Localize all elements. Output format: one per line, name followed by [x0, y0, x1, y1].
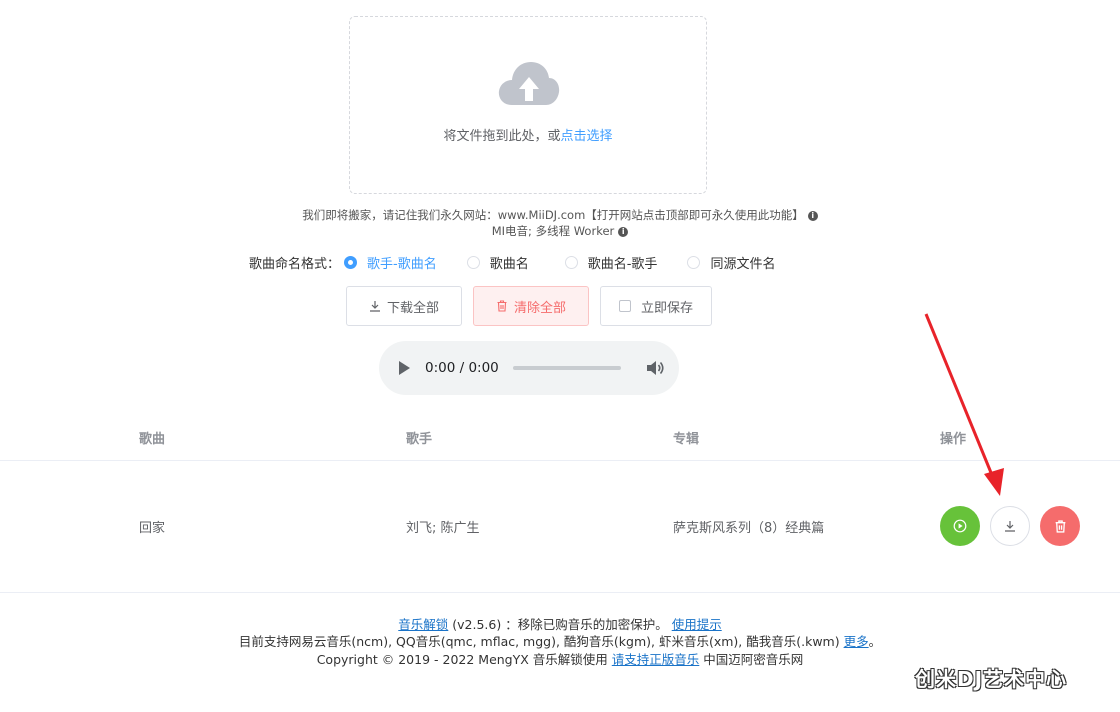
- radio-dot: [344, 255, 358, 269]
- save-now-checkbox[interactable]: [618, 300, 631, 312]
- radio-label: 歌曲名: [489, 256, 529, 272]
- radio-label: 同源文件名: [710, 256, 776, 272]
- help-link[interactable]: 使用提示: [672, 617, 722, 632]
- footer-version-text: (v2.5.6) ：移除已购音乐的加密保护。: [452, 617, 668, 632]
- support-genuine-link[interactable]: 请支持正版音乐: [612, 652, 700, 667]
- info-icon[interactable]: i: [618, 226, 629, 237]
- row-delete-button[interactable]: [1040, 506, 1080, 546]
- radio-title-artist[interactable]: 歌曲名-歌手: [564, 253, 658, 272]
- trash-icon: [497, 300, 507, 312]
- col-header-song: 歌曲: [139, 432, 166, 447]
- radio-artist-title[interactable]: 歌手-歌曲名: [344, 253, 437, 272]
- unlock-music-link[interactable]: 音乐解锁: [398, 617, 448, 632]
- download-icon: [1005, 521, 1015, 532]
- footer-support-text: 目前支持网易云音乐(ncm), QQ音乐(qmc, mflac, mgg), 酷…: [238, 634, 840, 649]
- radio-dot: [564, 255, 578, 269]
- col-header-album: 专辑: [673, 432, 700, 447]
- notice-text-1: 我们即将搬家，请记住我们永久网站：www.MiiDJ.com【打开网站点击顶部即…: [302, 208, 804, 222]
- radio-label: 歌手-歌曲名: [367, 256, 437, 272]
- download-all-button[interactable]: 下载全部: [346, 286, 462, 326]
- trash-icon: [1055, 519, 1065, 533]
- download-all-label: 下载全部: [386, 300, 439, 316]
- save-now-label: 立即保存: [640, 300, 693, 316]
- footer-line-2: 目前支持网易云音乐(ncm), QQ音乐(qmc, mflac, mgg), 酷…: [0, 631, 1120, 650]
- table-bottom-divider: [0, 592, 1120, 593]
- naming-format-group: 歌曲命名格式： 歌手-歌曲名 歌曲名 歌曲名-歌手 同源文件名: [249, 253, 775, 272]
- row-download-button[interactable]: [990, 506, 1030, 546]
- radio-dot: [466, 255, 480, 269]
- footer-support-end: 。: [868, 634, 882, 649]
- play-icon: [953, 519, 967, 533]
- notice-line-1: 我们即将搬家，请记住我们永久网站：www.MiiDJ.com【打开网站点击顶部即…: [0, 207, 1120, 223]
- cell-song: 回家: [139, 521, 166, 536]
- radio-title[interactable]: 歌曲名: [466, 253, 529, 272]
- cell-artist: 刘飞; 陈广生: [406, 521, 480, 536]
- radio-dot: [687, 255, 701, 269]
- radio-label: 歌曲名-歌手: [587, 256, 658, 272]
- clear-all-button[interactable]: 清除全部: [473, 286, 589, 326]
- audio-progress-bar[interactable]: [512, 366, 621, 370]
- volume-icon[interactable]: [645, 359, 665, 377]
- clear-all-label: 清除全部: [513, 300, 566, 316]
- col-header-artist: 歌手: [406, 432, 433, 447]
- cloud-upload-icon: [498, 62, 560, 105]
- row-play-button[interactable]: [940, 506, 980, 546]
- select-file-link[interactable]: 点击选择: [561, 129, 613, 144]
- upload-hint-text: 将文件拖到此处，或: [443, 129, 561, 144]
- cell-album: 萨克斯风系列（8）经典篇: [673, 521, 825, 536]
- upload-hint: 将文件拖到此处，或点击选择: [350, 125, 706, 144]
- watermark-text: 创米DJ艺术中心: [915, 667, 1068, 691]
- upload-dropzone[interactable]: 将文件拖到此处，或点击选择: [349, 16, 707, 194]
- radio-same-filename[interactable]: 同源文件名: [687, 253, 775, 272]
- notice-line-2: MI电音; 多线程 Worker i: [0, 223, 1120, 239]
- download-icon: [369, 301, 380, 312]
- info-icon[interactable]: i: [807, 210, 818, 221]
- save-now-button[interactable]: 立即保存: [600, 286, 712, 326]
- footer-site-text: 中国迈阿密音乐网: [703, 652, 804, 667]
- annotation-arrow-icon: [924, 313, 1004, 496]
- naming-format-label: 歌曲命名格式：: [249, 256, 341, 272]
- footer-copyright-text: Copyright © 2019 - 2022 MengYX 音乐解锁使用: [316, 652, 608, 667]
- notice-text-2: MI电音; 多线程 Worker: [491, 224, 615, 238]
- audio-player: 0:00 / 0:00: [379, 341, 679, 395]
- play-icon[interactable]: [399, 361, 410, 375]
- more-formats-link[interactable]: 更多: [844, 634, 869, 649]
- audio-time: 0:00 / 0:00: [425, 360, 499, 376]
